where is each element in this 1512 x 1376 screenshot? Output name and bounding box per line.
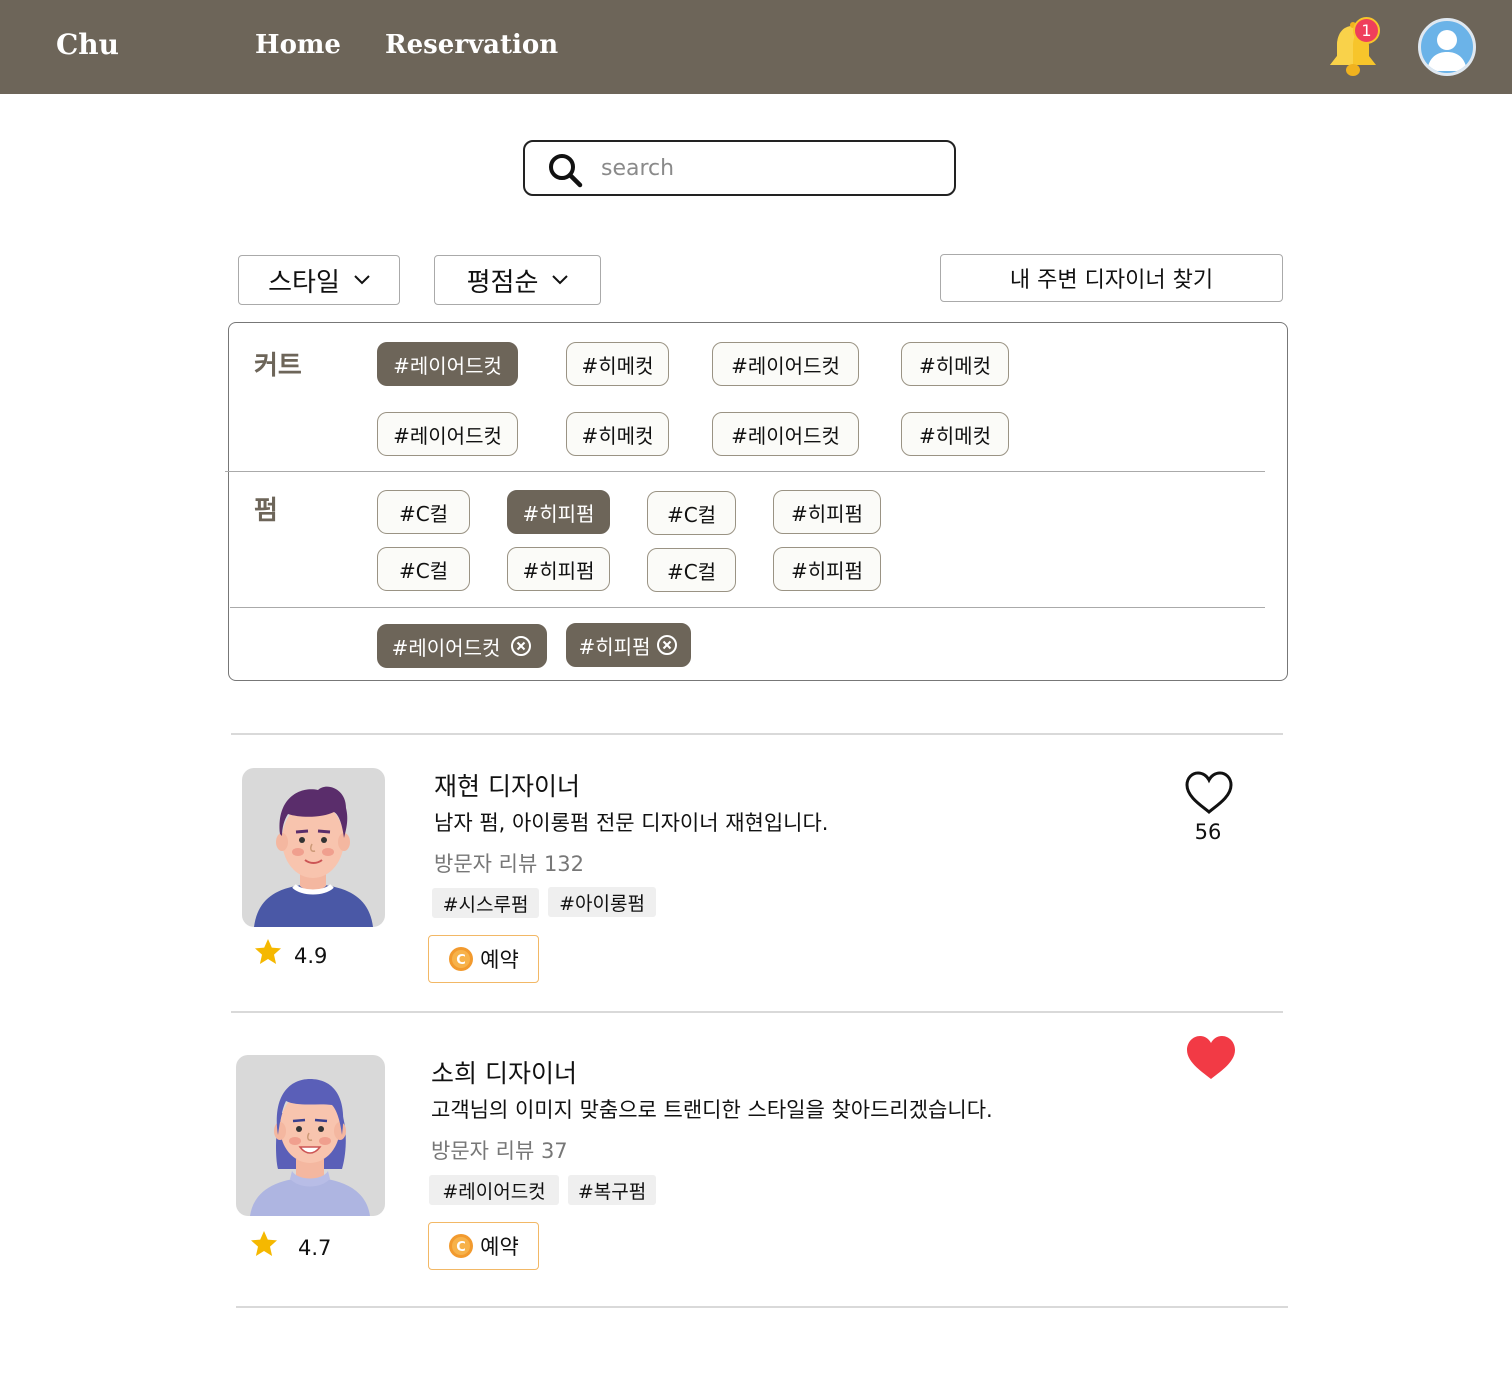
search-input[interactable] — [601, 150, 931, 186]
category-perm-label: 펌 — [254, 496, 278, 526]
chip-perm[interactable]: #히피펌 — [773, 490, 881, 534]
notification-badge: 1 — [1353, 17, 1380, 44]
selected-chip: #레이어드컷 — [377, 624, 547, 668]
chip-perm[interactable]: #C컬 — [647, 548, 736, 592]
designer-tag[interactable]: #시스루펌 — [432, 888, 539, 918]
reserve-label: 예약 — [480, 1235, 519, 1259]
heart-outline-icon[interactable] — [1184, 770, 1234, 816]
remove-tag-icon[interactable] — [510, 635, 532, 657]
category-cut-label: 커트 — [254, 351, 302, 381]
search-icon[interactable] — [547, 152, 583, 188]
remove-tag-icon[interactable] — [656, 634, 678, 656]
style-dropdown[interactable]: 스타일 — [238, 255, 400, 305]
designer-name[interactable]: 소희 디자이너 — [431, 1054, 577, 1090]
chip-cut[interactable]: #레이어드컷 — [712, 342, 859, 386]
selected-chip: #히피펌 — [566, 623, 691, 667]
designer-avatar-male — [242, 768, 385, 927]
chip-perm[interactable]: #C컬 — [377, 490, 470, 534]
coin-icon: C — [449, 1234, 474, 1258]
chevron-down-icon — [354, 275, 370, 285]
star-icon — [255, 939, 281, 964]
chip-cut[interactable]: #레이어드컷 — [377, 412, 518, 456]
svg-text:C: C — [456, 953, 466, 968]
chevron-down-icon — [552, 275, 569, 285]
sort-rating-dropdown[interactable]: 평점순 — [434, 255, 601, 305]
search-box — [523, 140, 956, 196]
selected-chip-label: #레이어드컷 — [391, 635, 501, 660]
designer-avatar-female — [236, 1055, 385, 1216]
chip-perm[interactable]: #C컬 — [377, 547, 470, 591]
svg-text:C: C — [456, 1240, 466, 1255]
chip-cut[interactable]: #히메컷 — [901, 412, 1009, 456]
panel-divider — [225, 471, 1265, 472]
coin-icon: C — [449, 947, 474, 971]
chip-cut[interactable]: #레이어드컷 — [377, 342, 518, 386]
chip-cut[interactable]: #히메컷 — [566, 342, 669, 386]
designer-rating: 4.9 — [294, 944, 328, 968]
designer-description: 고객님의 이미지 맞춤으로 트랜디한 스타일을 찾아드리겠습니다. — [431, 1098, 993, 1122]
panel-divider — [230, 607, 1265, 608]
sort-dropdown-label: 평점순 — [466, 267, 539, 298]
designer-review-count[interactable]: 방문자 리뷰 37 — [431, 1135, 568, 1165]
designer-tag[interactable]: #복구펌 — [568, 1175, 656, 1205]
chip-perm[interactable]: #C컬 — [647, 491, 736, 535]
chip-perm[interactable]: #히피펌 — [507, 490, 610, 534]
reserve-button[interactable]: C 예약 — [428, 935, 539, 983]
designer-review-count[interactable]: 방문자 리뷰 132 — [434, 848, 584, 878]
hashtag-filter-panel: 커트 #레이어드컷 #히메컷 #레이어드컷 #히메컷 #레이어드컷 #히메컷 #… — [225, 322, 1288, 681]
user-avatar[interactable] — [1418, 18, 1476, 76]
chip-perm[interactable]: #히피펌 — [773, 547, 881, 591]
designer-name[interactable]: 재현 디자이너 — [434, 767, 580, 803]
reserve-label: 예약 — [480, 948, 519, 972]
find-nearby-designer-button[interactable]: 내 주변 디자이너 찾기 — [940, 254, 1283, 302]
designer-description: 남자 펌, 아이롱펌 전문 디자이너 재현입니다. — [434, 811, 829, 835]
list-divider — [231, 733, 1283, 735]
designer-rating: 4.7 — [298, 1236, 332, 1260]
chip-cut[interactable]: #히메컷 — [566, 412, 669, 456]
nav-reservation-link[interactable]: Reservation — [385, 30, 558, 60]
brand-logo[interactable]: Chu — [56, 28, 119, 61]
star-icon — [251, 1231, 277, 1256]
user-icon — [1427, 30, 1467, 71]
heart-filled-icon[interactable] — [1184, 1035, 1238, 1081]
chip-perm[interactable]: #히피펌 — [507, 547, 610, 591]
reserve-button[interactable]: C 예약 — [428, 1222, 539, 1270]
designer-tag[interactable]: #레이어드컷 — [429, 1175, 559, 1205]
chip-cut[interactable]: #히메컷 — [901, 342, 1009, 386]
chip-cut[interactable]: #레이어드컷 — [712, 412, 859, 456]
designer-tag[interactable]: #아이롱펌 — [548, 887, 656, 917]
top-nav-bar: Chu Home Reservation 1 — [0, 0, 1512, 94]
style-dropdown-label: 스타일 — [268, 267, 340, 298]
list-divider — [231, 1011, 1283, 1013]
selected-chip-label: #히피펌 — [578, 634, 651, 659]
list-divider — [236, 1306, 1288, 1308]
nav-home-link[interactable]: Home — [255, 30, 341, 60]
like-count: 56 — [1194, 820, 1222, 844]
